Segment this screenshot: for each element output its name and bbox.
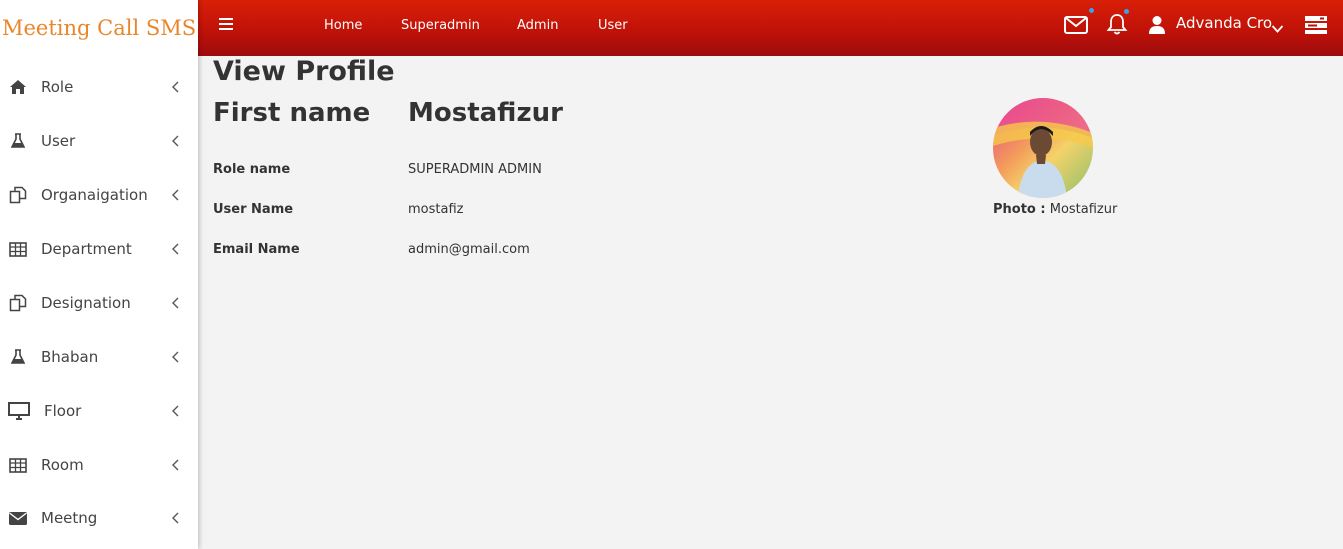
table-icon xyxy=(8,456,28,474)
user-icon[interactable] xyxy=(1148,15,1166,39)
sidebar-item-floor[interactable]: Floor xyxy=(0,391,198,431)
sidebar-item-label: User xyxy=(41,132,76,150)
chevron-left-icon xyxy=(172,459,179,471)
home-icon xyxy=(8,78,28,96)
user-name-label: User Name xyxy=(213,202,294,217)
sidebar-item-label: Department xyxy=(41,240,132,258)
nav-superadmin[interactable]: Superadmin xyxy=(401,18,480,33)
top-navbar: Home Superadmin Admin User Advanda Cro xyxy=(198,0,1343,56)
sidebar-item-user[interactable]: User xyxy=(0,121,198,161)
user-menu-name[interactable]: Advanda Cro xyxy=(1176,14,1272,32)
chevron-left-icon xyxy=(172,297,179,309)
sidebar-item-label: Role xyxy=(41,78,74,96)
copy-icon xyxy=(8,186,28,204)
main-content: View Profile First name Mostafizur Role … xyxy=(198,56,1343,549)
profile-photo xyxy=(993,98,1093,198)
sidebar-item-department[interactable]: Department xyxy=(0,229,198,269)
chevron-left-icon xyxy=(172,405,179,417)
sidebar-item-role[interactable]: Role xyxy=(0,67,198,107)
sidebar-item-organaigation[interactable]: Organaigation xyxy=(0,175,198,215)
brand-title[interactable]: Meeting Call SMS xyxy=(0,0,198,56)
role-name-label: Role name xyxy=(213,162,291,177)
chevron-left-icon xyxy=(172,189,179,201)
nav-user[interactable]: User xyxy=(598,18,628,33)
email-value: admin@gmail.com xyxy=(408,242,530,257)
notification-dot xyxy=(1089,8,1094,13)
sidebar-item-label: Floor xyxy=(44,402,82,420)
mail-icon[interactable] xyxy=(1064,8,1094,39)
monitor-icon xyxy=(8,402,30,420)
envelope-icon xyxy=(8,509,28,527)
chevron-left-icon xyxy=(172,351,179,363)
server-icon[interactable] xyxy=(1305,15,1327,39)
flask-icon xyxy=(8,348,28,366)
role-name-value: SUPERADMIN ADMIN xyxy=(408,162,542,177)
chevron-left-icon xyxy=(172,81,179,93)
first-name-value: Mostafizur xyxy=(408,98,563,128)
chevron-left-icon xyxy=(172,512,179,524)
sidebar-item-label: Meetng xyxy=(41,509,98,527)
chevron-left-icon xyxy=(172,135,179,147)
copy-icon xyxy=(8,294,28,312)
sidebar: Meeting Call SMS Role User Organaigation xyxy=(0,0,198,549)
chevron-left-icon xyxy=(172,243,179,255)
sidebar-item-meetng[interactable]: Meetng xyxy=(0,498,198,538)
first-name-label: First name xyxy=(213,98,371,128)
user-name-value: mostafiz xyxy=(408,202,464,217)
page-title: View Profile xyxy=(213,56,395,87)
table-icon xyxy=(8,240,28,258)
sidebar-item-bhaban[interactable]: Bhaban xyxy=(0,337,198,377)
nav-admin[interactable]: Admin xyxy=(517,18,558,33)
nav-home[interactable]: Home xyxy=(324,18,362,33)
chevron-down-icon[interactable] xyxy=(1271,19,1284,38)
sidebar-item-designation[interactable]: Designation xyxy=(0,283,198,323)
menu-icon[interactable] xyxy=(219,18,233,32)
sidebar-item-label: Room xyxy=(41,456,84,474)
photo-name: Mostafizur xyxy=(1049,202,1118,217)
sidebar-item-label: Bhaban xyxy=(41,348,99,366)
flask-icon xyxy=(8,132,28,150)
notification-dot xyxy=(1124,9,1129,14)
email-label: Email Name xyxy=(213,242,300,257)
sidebar-item-room[interactable]: Room xyxy=(0,445,198,485)
sidebar-item-label: Designation xyxy=(41,294,131,312)
photo-label: Photo : xyxy=(993,202,1046,217)
sidebar-item-label: Organaigation xyxy=(41,186,148,204)
bell-icon[interactable] xyxy=(1106,9,1129,39)
photo-caption: Photo : Mostafizur xyxy=(993,202,1117,217)
